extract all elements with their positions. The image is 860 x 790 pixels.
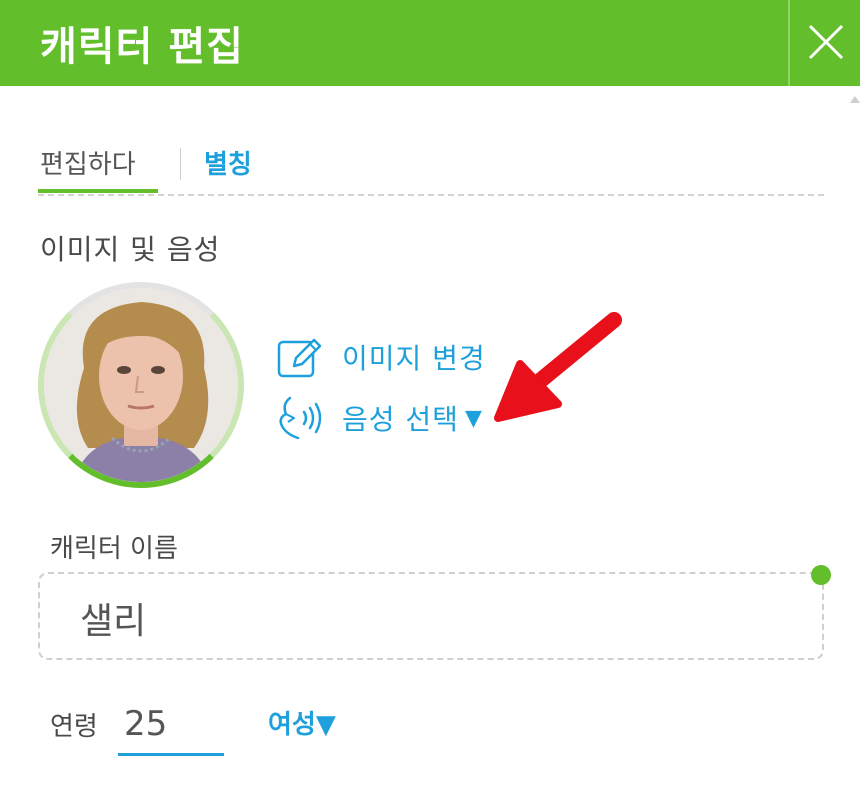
tab-edit[interactable]: 편집하다 — [40, 144, 136, 181]
dialog-title: 캐릭터 편집 — [40, 24, 244, 70]
character-name-field[interactable]: 샐리 — [38, 572, 824, 660]
character-name-value: 샐리 — [80, 601, 147, 642]
select-voice-label: 음성 선택 — [342, 403, 459, 436]
age-value: 25 — [124, 704, 168, 744]
annotation-arrow-icon — [494, 312, 622, 422]
active-tab-indicator — [38, 189, 158, 193]
gender-dropdown[interactable]: 여성▼ — [268, 704, 336, 741]
age-input[interactable]: 25 — [118, 700, 224, 756]
tab-alias[interactable]: 별칭 — [204, 144, 252, 181]
change-image-label: 이미지 변경 — [342, 342, 486, 375]
voice-speaking-icon — [279, 396, 322, 440]
dialog-titlebar: 캐릭터 편집 — [0, 0, 860, 86]
character-name-label: 캐릭터 이름 — [50, 534, 178, 564]
title-divider — [788, 0, 790, 86]
select-voice-dropdown[interactable]: 음성 선택 ▼ — [276, 394, 482, 442]
gender-label: 여성 — [268, 710, 316, 740]
status-dot — [811, 565, 831, 585]
tab-bar: 편집하다 별칭 — [38, 140, 824, 196]
age-label: 연령 — [50, 712, 98, 742]
tab-divider — [180, 148, 181, 180]
close-icon — [808, 24, 844, 60]
close-button[interactable] — [792, 0, 860, 86]
scroll-up-indicator[interactable] — [850, 96, 860, 103]
change-image-button[interactable]: 이미지 변경 — [276, 334, 486, 380]
caret-down-icon: ▼ — [315, 710, 336, 740]
avatar-portrait — [44, 288, 238, 482]
character-avatar[interactable] — [38, 282, 244, 492]
section-title-image-voice: 이미지 및 음성 — [40, 233, 221, 266]
edit-pencil-icon — [277, 338, 322, 378]
